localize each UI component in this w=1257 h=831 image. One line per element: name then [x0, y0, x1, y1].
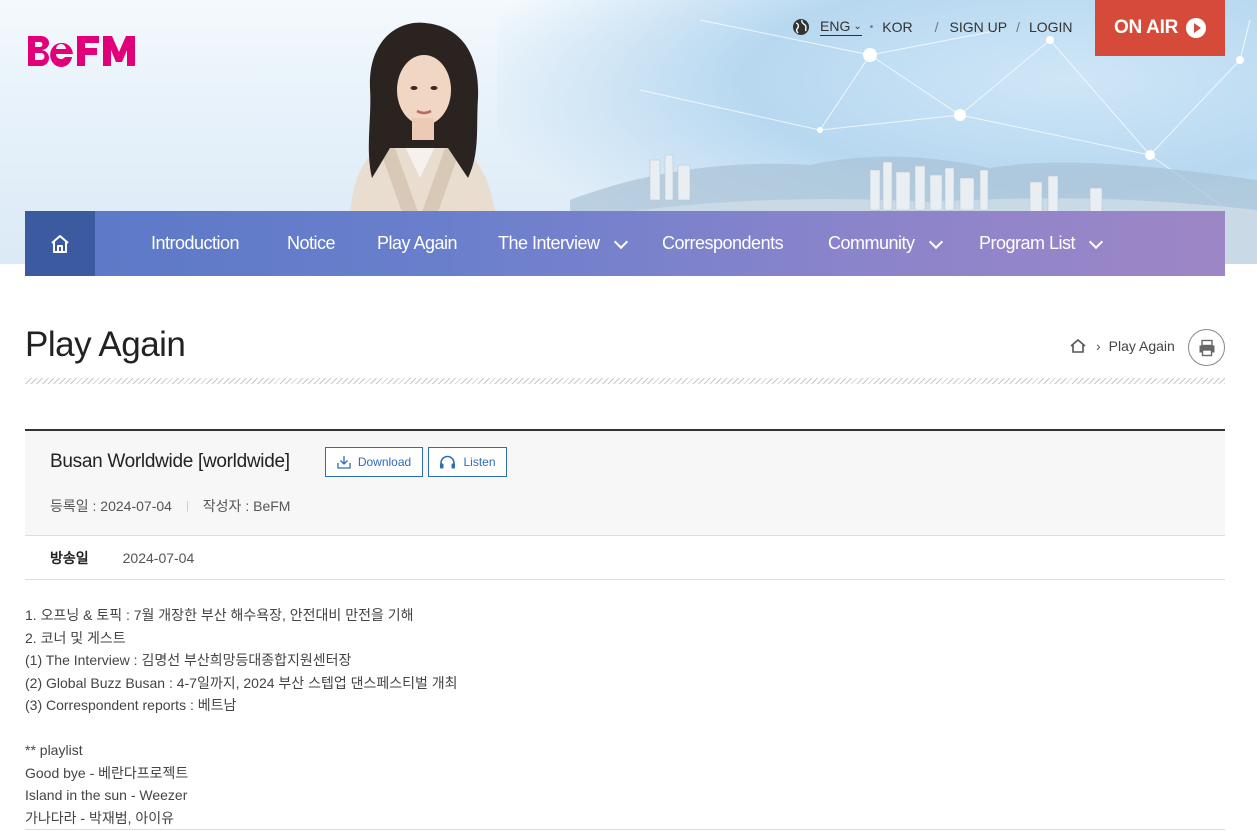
separator-slash: / [934, 19, 939, 35]
lang-eng-label: ENG [820, 18, 851, 34]
broadcast-date-row: 방송일 2024-07-04 [25, 536, 1225, 580]
nav-item-label: Correspondents [662, 233, 784, 253]
sign-up-link[interactable]: SIGN UP [949, 19, 1007, 35]
home-icon [51, 234, 69, 253]
content-line: 1. 오프닝 & 토픽 : 7월 개장한 부산 해수욕장, 안전대비 만전을 기… [25, 607, 414, 623]
separator-dot: • [869, 21, 874, 33]
chevron-down-icon [928, 234, 943, 249]
home-button[interactable] [25, 211, 95, 276]
content-line: Island in the sun - Weezer [25, 787, 188, 803]
nav-item-notice[interactable]: Notice [287, 211, 336, 276]
broadcast-date-value: 2024-07-04 [122, 549, 195, 566]
nav-item-community[interactable]: Community [828, 211, 943, 276]
nav-item-correspondents[interactable]: Correspondents [662, 211, 784, 276]
author: 작성자 : BeFM [202, 498, 291, 514]
printer-icon [1199, 339, 1214, 356]
post-title: Busan Worldwide [worldwide] [50, 451, 290, 472]
main-nav: Introduction Notice Play Again The Inter… [25, 211, 1225, 276]
breadcrumb-chevron-icon: › [1096, 338, 1101, 354]
on-air-button[interactable]: ON AIR [1095, 0, 1225, 56]
meta-separator: | [185, 500, 189, 512]
content-line: ** playlist [25, 742, 83, 758]
play-icon [1186, 18, 1206, 38]
title-divider [25, 378, 1225, 384]
chevron-down-icon: ⌄ [853, 20, 862, 32]
nav-item-label: Introduction [151, 233, 240, 253]
page-title: Play Again [25, 325, 186, 364]
lang-kor-link[interactable]: KOR [882, 19, 912, 35]
download-icon [337, 456, 351, 469]
nav-item-label: The Interview [498, 233, 600, 253]
befm-logo[interactable] [26, 34, 144, 68]
print-button[interactable] [1188, 329, 1225, 366]
download-label: Download [357, 455, 412, 469]
nav-item-label: Play Again [377, 233, 458, 253]
language-select-eng[interactable]: ENG ⌄ [820, 18, 862, 36]
nav-item-label: Notice [287, 233, 336, 253]
home-icon[interactable] [1070, 339, 1086, 353]
content-blank-line [25, 717, 1225, 740]
content-line: (3) Correspondent reports : 베트남 [25, 697, 237, 713]
content-line: 2. 코너 및 게스트 [25, 629, 126, 646]
reg-date: 등록일 : 2024-07-04 [50, 498, 172, 514]
nav-item-introduction[interactable]: Introduction [151, 211, 240, 276]
nav-item-play-again[interactable]: Play Again [377, 211, 458, 276]
globe-icon [793, 19, 809, 35]
content-line: (1) The Interview : 김명선 부산희망등대종합지원센터장 [25, 652, 352, 668]
content-divider [25, 829, 1225, 830]
broadcast-date-label: 방송일 [50, 549, 89, 566]
login-link[interactable]: LOGIN [1029, 19, 1073, 35]
nav-item-program-list[interactable]: Program List [979, 211, 1104, 276]
utility-nav: ENG ⌄ • KOR / SIGN UP / LOGIN [792, 17, 1073, 37]
content-line: 가나다라 - 박재범, 아이유 [25, 809, 175, 826]
headphones-icon [440, 455, 456, 469]
chevron-down-icon [613, 234, 628, 249]
post-meta: 등록일 : 2024-07-04 | 작성자 : BeFM [50, 496, 290, 516]
nav-item-label: Community [828, 233, 915, 253]
breadcrumb: › Play Again [1070, 338, 1175, 354]
host-photo [350, 22, 495, 212]
content-line: Good bye - 베란다프로젝트 [25, 764, 189, 781]
download-button[interactable]: Download [325, 447, 423, 477]
breadcrumb-current[interactable]: Play Again [1109, 338, 1175, 354]
nav-item-label: Program List [979, 233, 1076, 253]
post-content: 1. 오프닝 & 토픽 : 7월 개장한 부산 해수욕장, 안전대비 만전을 기… [25, 604, 1225, 829]
listen-button[interactable]: Listen [428, 447, 507, 477]
listen-label: Listen [463, 455, 496, 469]
separator-slash: / [1016, 19, 1020, 35]
on-air-label: ON AIR [1114, 17, 1178, 38]
post-header: Busan Worldwide [worldwide] Download Lis… [25, 429, 1225, 536]
content-line: (2) Global Buzz Busan : 4-7일까지, 2024 부산 … [25, 674, 458, 691]
nav-item-the-interview[interactable]: The Interview [498, 211, 628, 276]
chevron-down-icon [1088, 234, 1104, 249]
